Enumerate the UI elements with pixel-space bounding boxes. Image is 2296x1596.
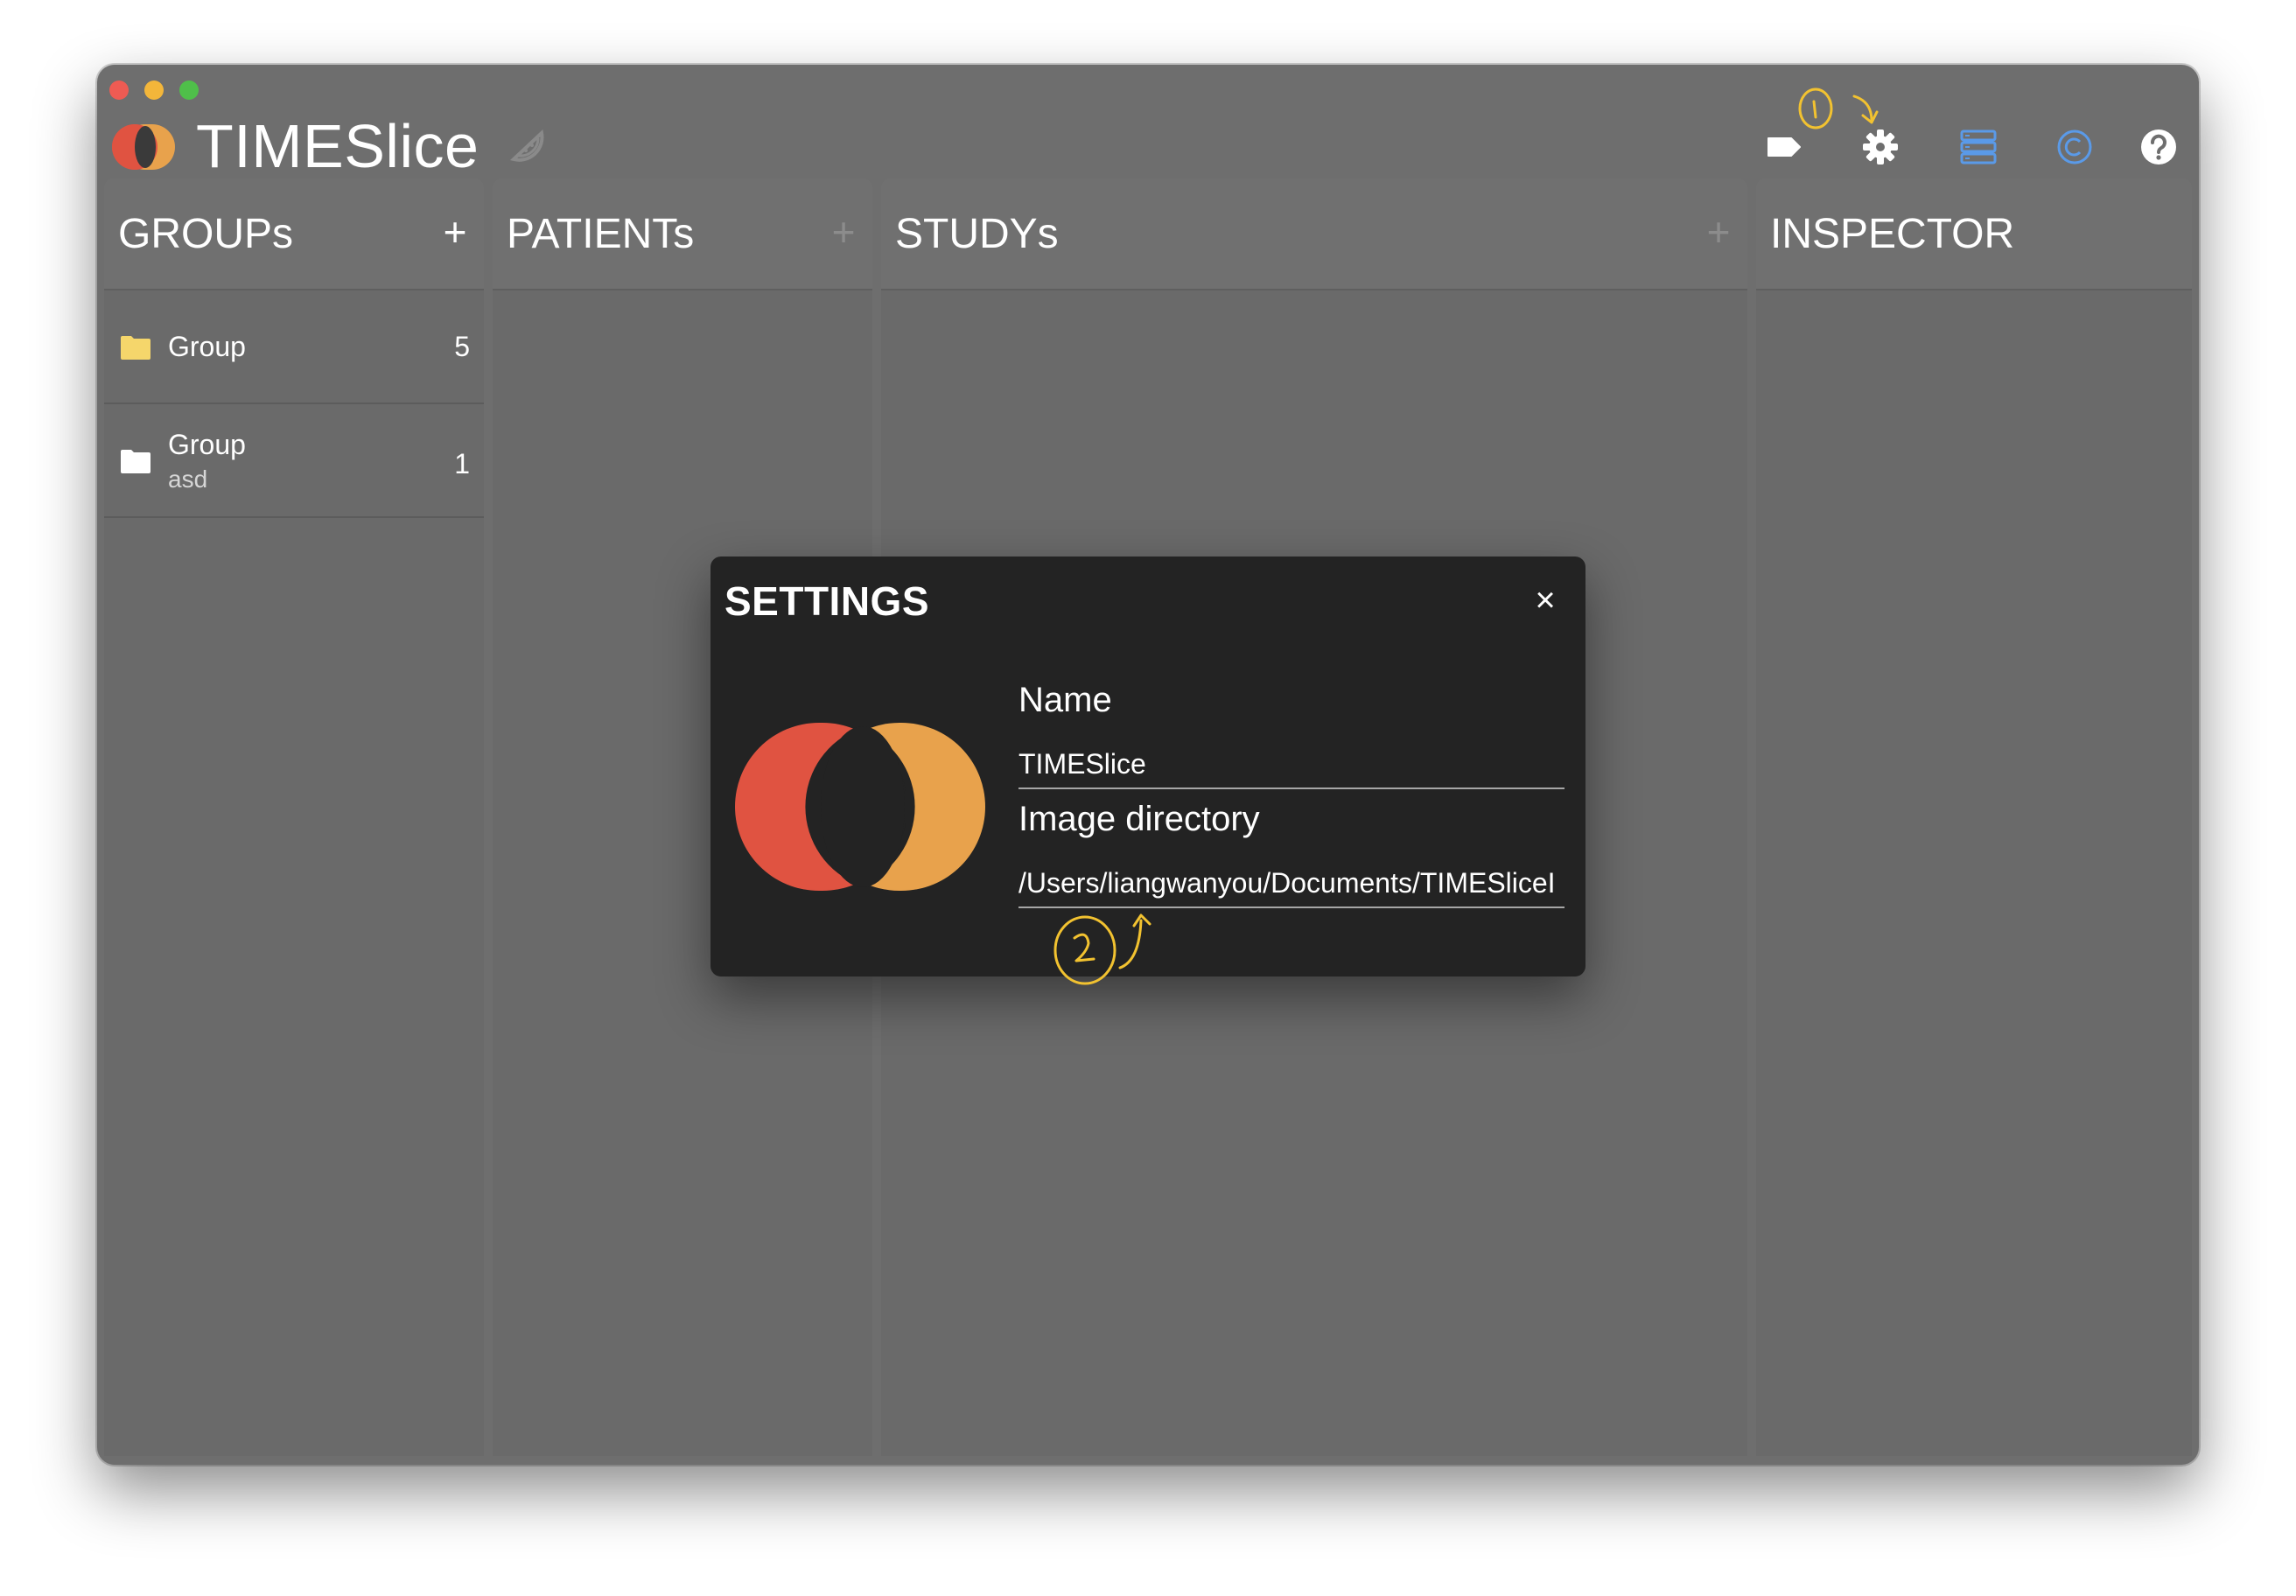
name-label: Name [1018, 681, 1112, 719]
title-bar: TIMESlice [97, 65, 2199, 178]
patients-title: PATIENTs [507, 211, 695, 257]
group-count: 5 [454, 331, 470, 362]
patients-header: PATIENTs + [493, 178, 872, 290]
inspector-panel: INSPECTOR [1756, 178, 2192, 1456]
inspector-header: INSPECTOR [1756, 178, 2192, 290]
add-patient-button[interactable]: + [822, 210, 865, 254]
add-group-button[interactable]: + [433, 210, 477, 254]
gear-icon[interactable] [1859, 126, 1901, 168]
group-name: Group [168, 331, 246, 362]
settings-title: SETTINGS [724, 578, 930, 624]
server-icon[interactable] [1957, 126, 1999, 168]
app-title: TIMESlice [196, 112, 480, 180]
group-count: 1 [454, 448, 470, 480]
close-icon[interactable]: × [1530, 583, 1561, 618]
copyright-icon[interactable] [2054, 126, 2096, 168]
folder-icon [121, 336, 150, 360]
tag-icon[interactable] [1763, 126, 1805, 168]
app-logo-large-icon [735, 723, 985, 891]
group-name: Group [168, 429, 246, 460]
folder-icon [121, 450, 150, 473]
add-study-button[interactable]: + [1697, 210, 1740, 254]
groups-title: GROUPs [118, 211, 294, 257]
group-subtitle: asd [168, 466, 208, 493]
help-icon[interactable] [2138, 126, 2180, 168]
name-input[interactable] [1018, 744, 1564, 789]
image-directory-input[interactable] [1018, 863, 1564, 908]
inspector-title: INSPECTOR [1770, 211, 2015, 257]
groups-header: GROUPs + [104, 178, 484, 290]
studys-title: STUDYs [895, 211, 1059, 257]
group-list-item[interactable]: Group 5 [104, 290, 484, 404]
group-list-item[interactable]: Group asd 1 [104, 404, 484, 518]
watermelon-slice-icon[interactable] [508, 128, 547, 166]
image-directory-label: Image directory [1018, 800, 1260, 838]
app-logo-icon [112, 124, 175, 170]
groups-panel: GROUPs + Group 5 Group asd 1 [104, 178, 484, 1456]
studys-header: STUDYs + [881, 178, 1747, 290]
settings-dialog: SETTINGS × Name Image directory [710, 556, 1586, 985]
